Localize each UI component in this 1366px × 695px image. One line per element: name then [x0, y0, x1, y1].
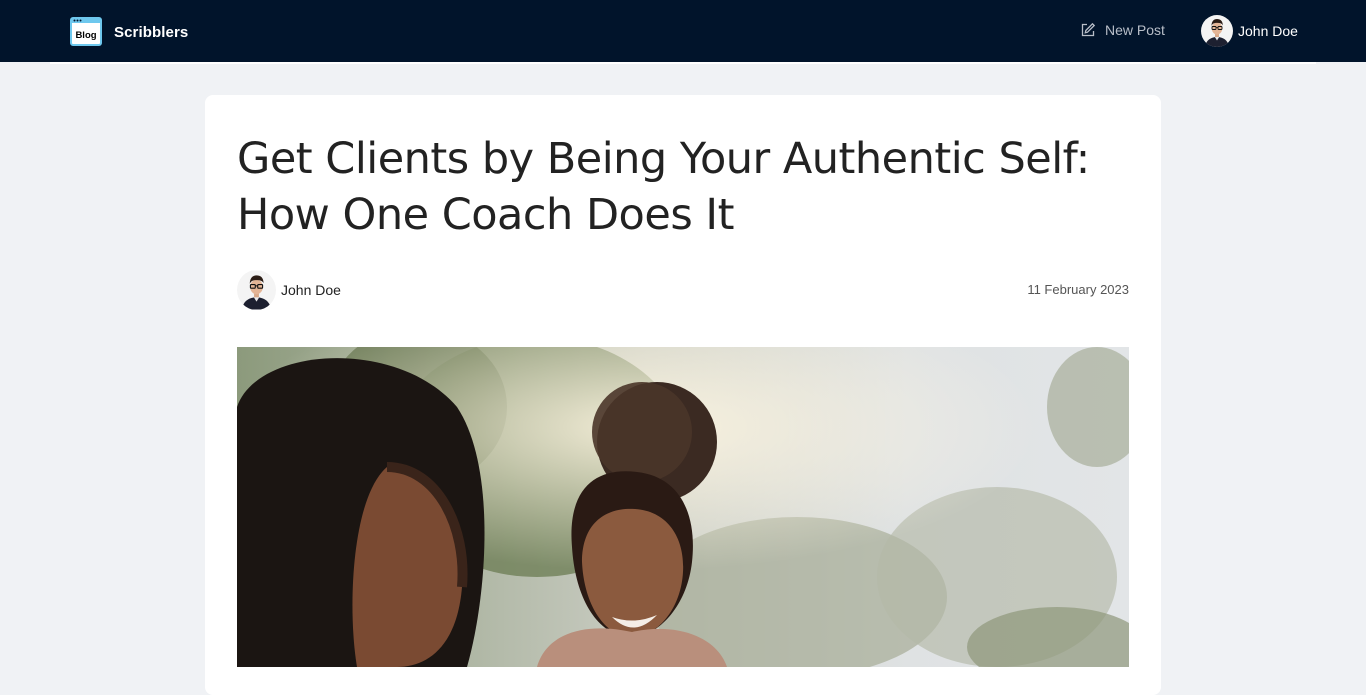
brand-link[interactable]: Blog Scribblers: [70, 17, 188, 47]
author-avatar: [237, 270, 276, 310]
post-card: Get Clients by Being Your Authentic Self…: [205, 95, 1161, 695]
blog-logo-icon: Blog: [70, 17, 102, 46]
user-menu[interactable]: John Doe: [1201, 15, 1298, 47]
user-name: John Doe: [1238, 23, 1298, 39]
cover-photo: [237, 347, 1129, 667]
author-name: John Doe: [281, 282, 341, 298]
top-navbar: Blog Scribblers New Post John Doe: [0, 0, 1366, 62]
navbar-divider: [50, 62, 1316, 64]
logo-text: Blog: [75, 30, 96, 41]
post-author[interactable]: John Doe: [237, 270, 341, 310]
new-post-label: New Post: [1105, 22, 1165, 38]
post-date: 11 February 2023: [1027, 282, 1129, 297]
edit-icon: [1081, 22, 1096, 37]
post-cover-image: [237, 347, 1129, 667]
post-title: Get Clients by Being Your Authentic Self…: [237, 134, 1090, 240]
brand-name: Scribblers: [114, 23, 189, 41]
new-post-button[interactable]: New Post: [1080, 22, 1165, 38]
user-avatar: [1201, 15, 1233, 47]
